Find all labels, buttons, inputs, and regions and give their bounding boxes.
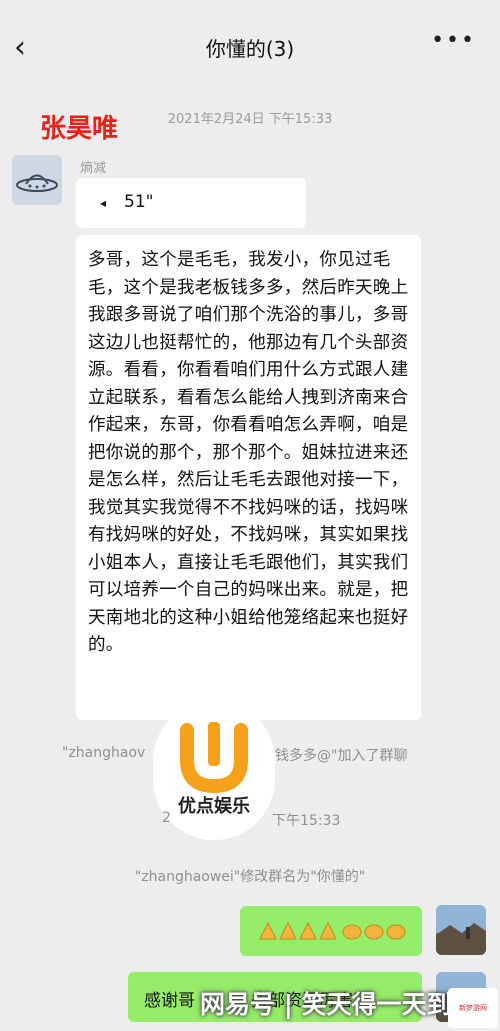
- play-icon: ◂: [100, 196, 107, 210]
- sender-name: 熵减: [80, 161, 107, 176]
- ufo-icon: [12, 155, 62, 205]
- timestamp-left: 2: [162, 810, 171, 826]
- emoji-icon: [364, 924, 384, 940]
- timestamp-right: 下午15:33: [272, 813, 341, 829]
- system-join-left: "zhanghaov: [62, 745, 146, 761]
- bottom-watermark: 网易号 | 笑天得一天到晚: [200, 990, 477, 1019]
- corner-logo: 新梦游网: [448, 988, 498, 1028]
- avatar[interactable]: [436, 905, 486, 955]
- system-join-right: 钱多多@"加入了群聊: [275, 748, 408, 764]
- avatar[interactable]: [12, 155, 62, 205]
- voice-duration: 51": [124, 192, 154, 212]
- more-icon[interactable]: •••: [431, 28, 476, 53]
- brand-logo-text: 优点娱乐: [178, 796, 250, 817]
- chat-title: 你懂的(3): [205, 37, 295, 61]
- emoji-icon: [299, 921, 317, 940]
- brand-logo-icon: [180, 722, 248, 794]
- emoji-row: [259, 921, 406, 940]
- message-text-start: 感谢哥: [144, 991, 195, 1011]
- landscape-photo-icon: [436, 905, 486, 955]
- emoji-icon: [279, 921, 297, 940]
- timestamp: 2021年2月24日 下午15:33: [167, 112, 333, 127]
- message-bubble[interactable]: 多哥，这个是毛毛，我发小，你见过毛毛，这个是我老板钱多多，然后昨天晚上我跟多哥说…: [76, 235, 421, 720]
- message-bubble-self[interactable]: [240, 906, 422, 956]
- emoji-icon: [342, 924, 362, 940]
- message-bubble[interactable]: ◂ 51": [76, 178, 306, 228]
- emoji-icon: [386, 924, 406, 940]
- message-text: 多哥，这个是毛毛，我发小，你见过毛毛，这个是我老板钱多多，然后昨天晚上我跟多哥说…: [88, 250, 409, 655]
- system-message: "zhanghaowei"修改群名为"你懂的": [134, 869, 366, 885]
- emoji-icon: [259, 921, 277, 940]
- brand-logo: 优点娱乐: [153, 700, 275, 840]
- top-bar: ‹ 你懂的(3) •••: [0, 0, 500, 92]
- emoji-icon: [319, 921, 337, 940]
